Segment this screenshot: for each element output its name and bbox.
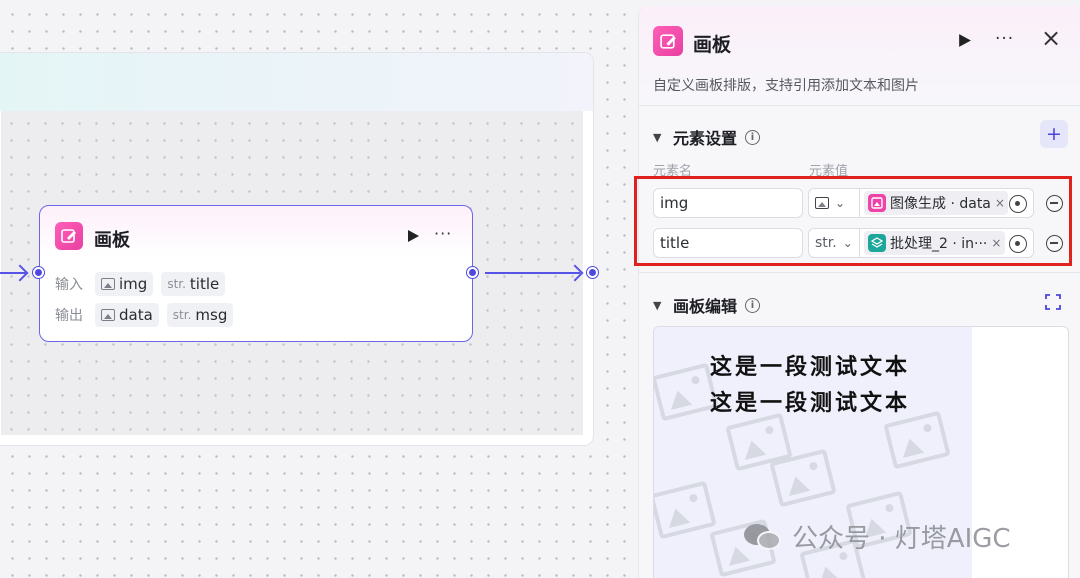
- element-settings-header[interactable]: ▼ 元素设置 i: [653, 125, 761, 149]
- output-chip-msg: str. msg: [166, 303, 234, 327]
- chevron-down-icon[interactable]: ▼: [653, 299, 665, 312]
- canvas-text-line[interactable]: 这是一段测试文本: [710, 385, 910, 417]
- node-input-port[interactable]: [33, 267, 44, 278]
- highlight-box: [634, 176, 1072, 266]
- wechat-icon: [744, 522, 782, 552]
- input-name: img: [119, 275, 148, 293]
- canvas-edit-header[interactable]: ▼ 画板编辑 i: [653, 293, 761, 317]
- group-header: [0, 53, 593, 111]
- canvas-edit-title: 画板编辑: [673, 297, 738, 316]
- outputs-label: 输出: [55, 308, 83, 324]
- input-name: title: [189, 275, 220, 293]
- add-element-button[interactable]: +: [1040, 120, 1068, 148]
- input-chip-img: img: [95, 272, 154, 296]
- node-output-port[interactable]: [467, 267, 478, 278]
- inputs-label: 输入: [55, 277, 83, 293]
- more-icon[interactable]: ···: [995, 29, 1014, 49]
- canvas-node[interactable]: 画板 ··· 输入 img str. title 输出 data str. ms…: [39, 205, 473, 342]
- placeholder-image-icon: [654, 480, 717, 540]
- run-icon[interactable]: [957, 33, 972, 52]
- info-icon[interactable]: i: [745, 129, 761, 145]
- expand-icon[interactable]: [1045, 294, 1061, 310]
- info-icon[interactable]: i: [745, 297, 761, 313]
- chevron-down-icon[interactable]: ▼: [653, 131, 665, 144]
- node-config-panel: 画板 ··· × 自定义画板排版，支持引用添加文本和图片 ▼ 元素设置 i + …: [638, 6, 1080, 578]
- watermark: 公众号 · 灯塔AIGC: [744, 518, 1011, 555]
- input-chip-title: str. title: [161, 272, 226, 296]
- group-output-port[interactable]: [587, 267, 598, 278]
- panel-description: 自定义画板排版，支持引用添加文本和图片: [653, 78, 919, 94]
- close-icon[interactable]: ×: [1041, 26, 1061, 50]
- more-icon[interactable]: ···: [434, 224, 452, 243]
- section-divider: [639, 272, 1080, 273]
- image-type-icon: [101, 309, 115, 321]
- placeholder-image-icon: [654, 362, 719, 422]
- node-title: 画板: [94, 230, 130, 251]
- string-type-label: str.: [167, 277, 186, 291]
- element-settings-title: 元素设置: [673, 129, 738, 148]
- node-inputs-row: 输入 img str. title: [55, 272, 226, 296]
- output-chip-data: data: [95, 303, 159, 327]
- node-outputs-row: 输出 data str. msg: [55, 303, 234, 327]
- canvas-text-line[interactable]: 这是一段测试文本: [710, 349, 910, 381]
- image-type-icon: [101, 278, 115, 290]
- watermark-text: 公众号 · 灯塔AIGC: [792, 524, 1011, 554]
- run-icon[interactable]: [406, 228, 420, 247]
- canvas-node-icon: [653, 26, 683, 56]
- string-type-label: str.: [172, 308, 192, 322]
- placeholder-image-icon: [883, 410, 951, 470]
- panel-title: 画板: [693, 34, 732, 56]
- output-name: data: [119, 306, 153, 324]
- canvas-node-icon: [55, 222, 83, 250]
- output-name: msg: [195, 306, 228, 324]
